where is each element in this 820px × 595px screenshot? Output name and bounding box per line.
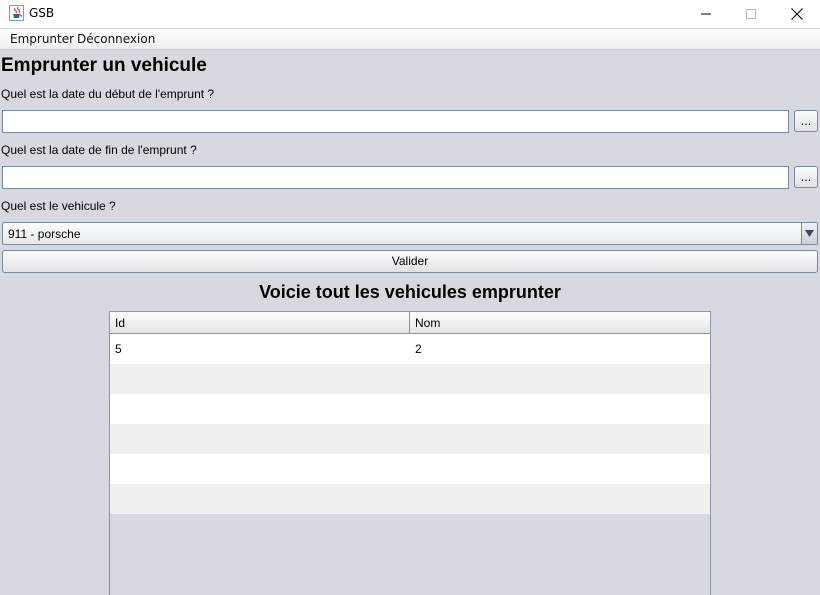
start-date-picker-button[interactable]: ... — [794, 110, 818, 132]
table-header: Id Nom — [110, 312, 710, 334]
valider-button[interactable]: Valider — [2, 250, 818, 273]
vehicle-select-value: 911 - porsche — [8, 227, 81, 241]
start-date-input[interactable] — [2, 110, 789, 133]
table-body: 5 2 — [110, 334, 710, 514]
menu-bar: Emprunter Déconnexion — [0, 29, 820, 50]
vehicle-select[interactable]: 911 - porsche — [2, 222, 818, 245]
menu-item-deconnexion[interactable]: Déconnexion — [77, 32, 155, 46]
table-row-empty — [110, 454, 710, 484]
table-row-empty — [110, 364, 710, 394]
minimize-button[interactable] — [683, 0, 729, 28]
vehicle-label: Quel est le vehicule ? — [1, 199, 116, 213]
table-row-empty — [110, 484, 710, 514]
window-title: GSB — [29, 6, 55, 20]
close-icon — [791, 8, 803, 20]
java-cup-icon — [9, 5, 24, 21]
end-date-input[interactable] — [2, 166, 789, 189]
table-cell-nom: 2 — [415, 342, 422, 356]
title-bar: GSB — [0, 0, 820, 28]
close-button[interactable] — [774, 0, 820, 28]
chevron-down-icon — [805, 230, 814, 237]
vehicles-table[interactable]: Id Nom 5 2 — [109, 311, 711, 595]
column-header-id[interactable]: Id — [110, 312, 410, 334]
page-title: Emprunter un vehicule — [1, 55, 207, 76]
minimize-icon — [701, 13, 711, 15]
table-row-empty — [110, 394, 710, 424]
table-row-empty — [110, 424, 710, 454]
end-date-picker-button[interactable]: ... — [794, 166, 818, 188]
table-cell-id: 5 — [115, 342, 122, 356]
menu-item-emprunter[interactable]: Emprunter — [10, 32, 74, 46]
maximize-button[interactable] — [728, 0, 774, 28]
end-date-label: Quel est la date de fin de l'emprunt ? — [1, 143, 197, 157]
vehicle-select-arrow[interactable] — [801, 223, 817, 244]
column-header-nom[interactable]: Nom — [410, 312, 710, 334]
maximize-icon — [746, 9, 756, 19]
table-title: Voicie tout les vehicules emprunter — [259, 282, 561, 302]
start-date-label: Quel est la date du début de l'emprunt ? — [1, 87, 215, 101]
table-row[interactable]: 5 2 — [110, 334, 710, 364]
